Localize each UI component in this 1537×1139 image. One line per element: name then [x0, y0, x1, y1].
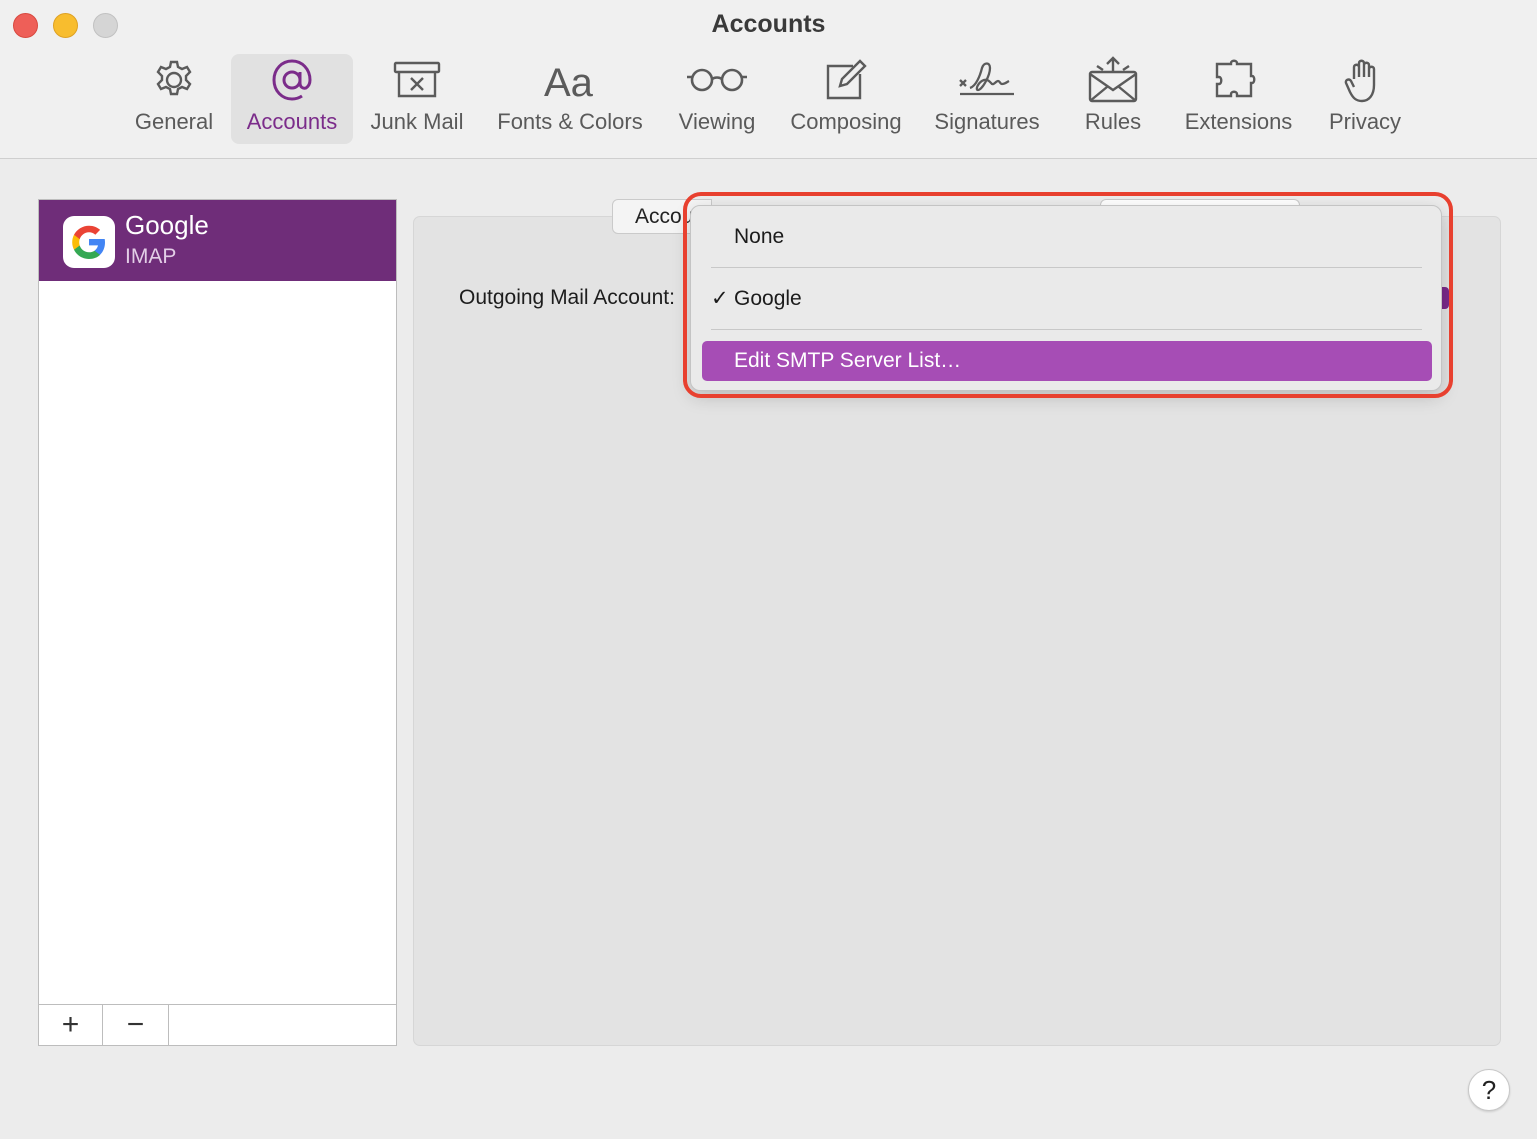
font-aa-icon: Aa [542, 54, 598, 106]
toolbar-composing[interactable]: Composing [781, 54, 911, 144]
toolbar-extensions-label: Extensions [1184, 109, 1293, 134]
at-sign-icon [268, 54, 316, 106]
add-account-button[interactable]: + [39, 1005, 103, 1045]
menu-item-google[interactable]: ✓ Google [702, 279, 1432, 319]
toolbar-signatures-label: Signatures [934, 109, 1040, 134]
menu-separator [711, 329, 1422, 330]
menu-separator [711, 267, 1422, 268]
menu-item-none[interactable]: None [702, 217, 1432, 257]
toolbar-extensions[interactable]: Extensions [1176, 54, 1301, 144]
gear-icon [152, 54, 196, 106]
svg-text:Aa: Aa [544, 61, 594, 102]
glasses-icon [685, 54, 749, 106]
title-bar: Accounts General Accounts Junk Mail Aa F… [0, 0, 1537, 159]
toolbar-fonts-colors-label: Fonts & Colors [497, 109, 643, 134]
toolbar-general-label: General [134, 109, 214, 134]
toolbar-junk-mail-label: Junk Mail [370, 109, 464, 134]
junk-mail-icon [392, 54, 442, 106]
outgoing-mail-account-label: Outgoing Mail Account: [459, 286, 675, 309]
toolbar-privacy[interactable]: Privacy [1320, 54, 1410, 144]
toolbar-fonts-colors[interactable]: Aa Fonts & Colors [488, 54, 652, 144]
toolbar-rules[interactable]: Rules [1078, 54, 1148, 144]
toolbar-accounts[interactable]: Accounts [231, 54, 353, 144]
remove-account-button[interactable]: − [103, 1005, 169, 1045]
account-list-footer: + − [39, 1004, 396, 1045]
signature-icon [956, 54, 1018, 106]
checkmark-icon: ✓ [711, 287, 729, 310]
account-name: Google [125, 210, 209, 240]
menu-item-edit-smtp-server-list[interactable]: Edit SMTP Server List… [702, 341, 1432, 381]
toolbar-accounts-label: Accounts [246, 109, 338, 134]
compose-icon [823, 54, 869, 106]
hand-icon [1344, 54, 1386, 106]
rules-envelope-icon [1087, 54, 1139, 106]
menu-item-edit-smtp-label: Edit SMTP Server List… [734, 349, 962, 372]
toolbar-junk-mail[interactable]: Junk Mail [363, 54, 471, 144]
help-button[interactable]: ? [1468, 1069, 1510, 1111]
puzzle-icon [1213, 54, 1265, 106]
toolbar-privacy-label: Privacy [1328, 109, 1402, 134]
account-row-google[interactable]: Google IMAP [39, 200, 396, 281]
outgoing-account-menu: None ✓ Google Edit SMTP Server List… [690, 205, 1442, 391]
toolbar-rules-label: Rules [1084, 109, 1142, 134]
toolbar-composing-label: Composing [790, 109, 902, 134]
toolbar-viewing[interactable]: Viewing [670, 54, 764, 144]
window-title: Accounts [711, 10, 826, 38]
account-type: IMAP [125, 245, 177, 268]
menu-item-google-label: Google [734, 287, 802, 310]
toolbar-viewing-label: Viewing [678, 109, 756, 134]
toolbar-general[interactable]: General [128, 54, 220, 144]
account-list: Google IMAP + − [38, 199, 397, 1046]
toolbar-signatures[interactable]: Signatures [925, 54, 1049, 144]
google-logo-icon [63, 216, 115, 268]
menu-item-none-label: None [734, 225, 785, 248]
preferences-window: Accounts General Accounts Junk Mail Aa F… [0, 0, 1537, 1139]
